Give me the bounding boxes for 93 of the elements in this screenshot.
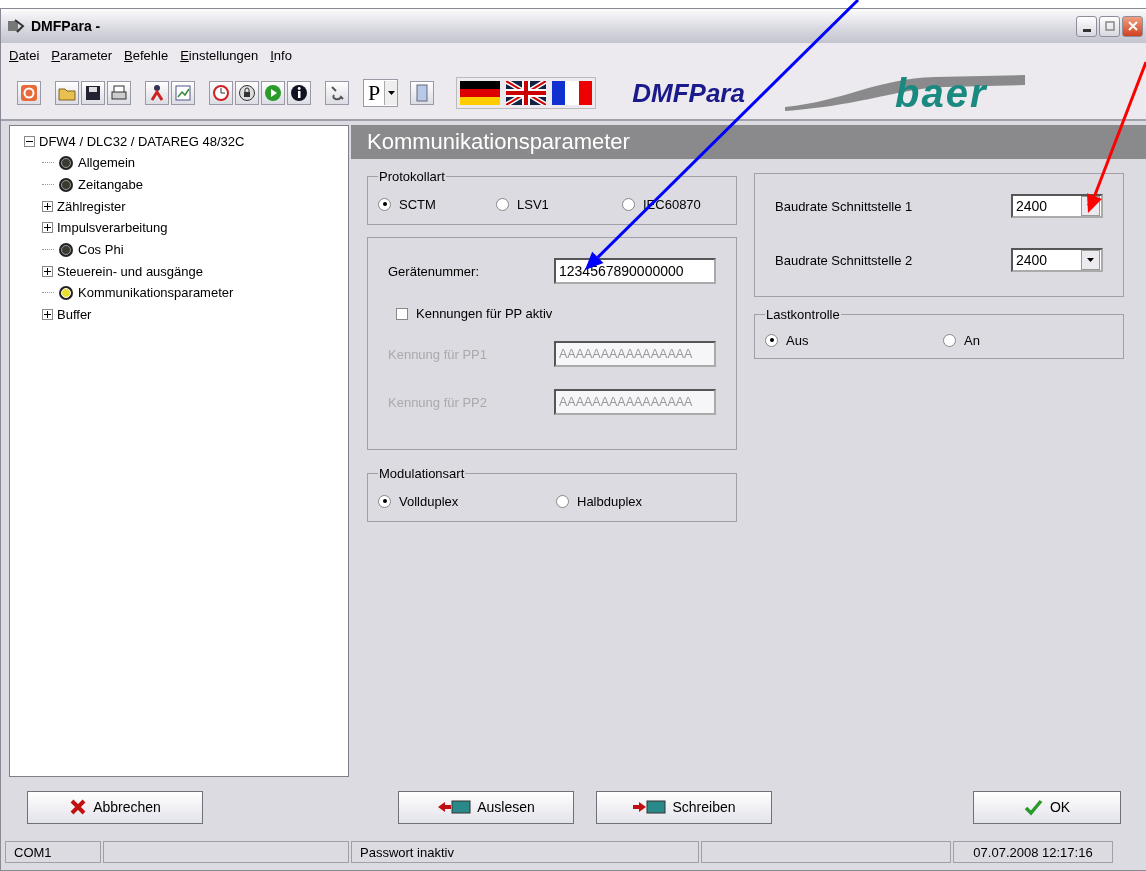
tree-item[interactable]: Impulsverarbeitung <box>57 220 168 236</box>
play-button[interactable] <box>261 81 285 105</box>
play-icon <box>263 83 283 103</box>
text-field[interactable]: 1234567890000000 <box>554 258 716 284</box>
menu-item[interactable]: Befehle <box>124 47 169 63</box>
radio-label[interactable]: Aus <box>786 332 809 348</box>
printer-button[interactable] <box>107 81 131 105</box>
caret-icon <box>387 91 395 95</box>
cross-icon <box>69 798 88 816</box>
cancel-button[interactable]: Abbrechen <box>27 790 203 824</box>
minimize-button[interactable] <box>1076 15 1097 37</box>
group-label: Protokollart <box>378 169 446 184</box>
printer-icon <box>109 83 129 103</box>
dropdown-field[interactable]: 2400 <box>1011 248 1103 272</box>
status-text: COM1 <box>5 841 101 863</box>
tree-item[interactable]: Zählregister <box>57 198 126 214</box>
minimize-icon <box>1082 28 1091 32</box>
menu-item[interactable]: Parameter <box>51 47 113 63</box>
status-text: 07.07.2008 12:17:16 <box>953 841 1113 863</box>
app-icon <box>7 18 25 34</box>
app-name: DMFPara <box>632 77 745 109</box>
power-button[interactable] <box>17 81 41 105</box>
ok-button[interactable]: OK <box>973 790 1121 824</box>
radio-label[interactable]: SCTM <box>399 196 436 212</box>
arrow-to-device-icon <box>437 798 472 816</box>
expand-toggle[interactable] <box>42 222 53 234</box>
info-icon <box>289 83 309 103</box>
maximize-icon <box>1104 21 1115 31</box>
radio-button[interactable] <box>378 197 391 211</box>
close-button[interactable] <box>1122 15 1143 37</box>
french-flag-icon[interactable] <box>552 81 593 105</box>
window-title: DMFPara - <box>31 18 102 34</box>
plus-icon <box>44 311 51 319</box>
status-text: Passwort inaktiv <box>351 841 699 863</box>
dropdown-button[interactable]: P <box>363 79 399 107</box>
clock-icon <box>211 83 231 103</box>
tree-item[interactable]: Zeitangabe <box>78 177 144 193</box>
clock-button[interactable] <box>209 81 233 105</box>
power-icon <box>19 83 39 103</box>
tree-item[interactable]: DFW4 / DLC32 / DATAREG 48/32C <box>39 133 245 149</box>
write-button[interactable]: Schreiben <box>596 790 772 824</box>
radio-label[interactable]: LSV1 <box>517 196 549 212</box>
tree-item[interactable]: Buffer <box>57 307 92 323</box>
plus-icon <box>44 202 51 210</box>
expand-toggle[interactable] <box>42 265 53 277</box>
group-label: Lastkontrolle <box>765 307 841 322</box>
tree-item[interactable]: Steuerein- und ausgänge <box>57 263 203 279</box>
field-label: Gerätenummer: <box>388 263 480 279</box>
radio-label[interactable]: An <box>964 332 980 348</box>
radio-button[interactable] <box>496 197 509 211</box>
radio-button[interactable] <box>943 333 956 347</box>
expand-toggle[interactable] <box>42 309 53 321</box>
tree-item[interactable]: Kommunikationsparameter <box>78 285 234 301</box>
lock-button[interactable] <box>235 81 259 105</box>
save-button[interactable] <box>81 81 105 105</box>
field-label: Baudrate Schnittstelle 2 <box>775 252 913 268</box>
check-icon <box>1023 798 1044 816</box>
radio-button[interactable] <box>556 494 569 508</box>
plus-icon <box>44 267 51 275</box>
read-button[interactable]: Auslesen <box>398 790 574 824</box>
field-label: Baudrate Schnittstelle 1 <box>775 198 913 214</box>
menu-item[interactable]: Info <box>270 47 292 63</box>
document-button[interactable] <box>410 81 435 105</box>
menu-item[interactable]: Einstellungen <box>180 47 259 63</box>
save-icon <box>83 83 103 103</box>
caret-icon <box>1087 258 1094 262</box>
tree-item[interactable]: Cos Phi <box>78 242 124 258</box>
panel-header: Kommunikationsparameter <box>351 125 1146 159</box>
field-label: Kennung für PP2 <box>388 394 488 410</box>
checkbox[interactable] <box>396 307 408 320</box>
checkbox-label[interactable]: Kennungen für PP aktiv <box>416 306 553 321</box>
plus-icon <box>44 224 51 232</box>
radio-label[interactable]: Vollduplex <box>399 493 459 509</box>
tree-item[interactable]: Allgemein <box>78 155 136 171</box>
radio-button[interactable] <box>622 197 635 211</box>
dropdown-field[interactable]: 2400 <box>1011 194 1103 218</box>
radio-button[interactable] <box>765 333 778 347</box>
figure-button[interactable] <box>145 81 169 105</box>
expand-toggle[interactable] <box>24 135 35 147</box>
field-label: Kennung für PP1 <box>388 346 488 362</box>
menu-item[interactable]: Datei <box>9 47 40 63</box>
radio-button[interactable] <box>378 494 391 508</box>
british-flag-icon[interactable] <box>506 81 547 105</box>
group-label: Modulationsart <box>378 466 466 481</box>
expand-toggle[interactable] <box>42 200 53 212</box>
close-icon <box>1127 21 1138 31</box>
radio-label[interactable]: Halbduplex <box>577 493 643 509</box>
lock-icon <box>237 83 257 103</box>
chart-icon <box>173 83 193 103</box>
info-button[interactable] <box>287 81 311 105</box>
arrow-to-device-icon <box>632 798 667 816</box>
chart-button[interactable] <box>171 81 195 105</box>
german-flag-icon[interactable] <box>460 81 501 105</box>
